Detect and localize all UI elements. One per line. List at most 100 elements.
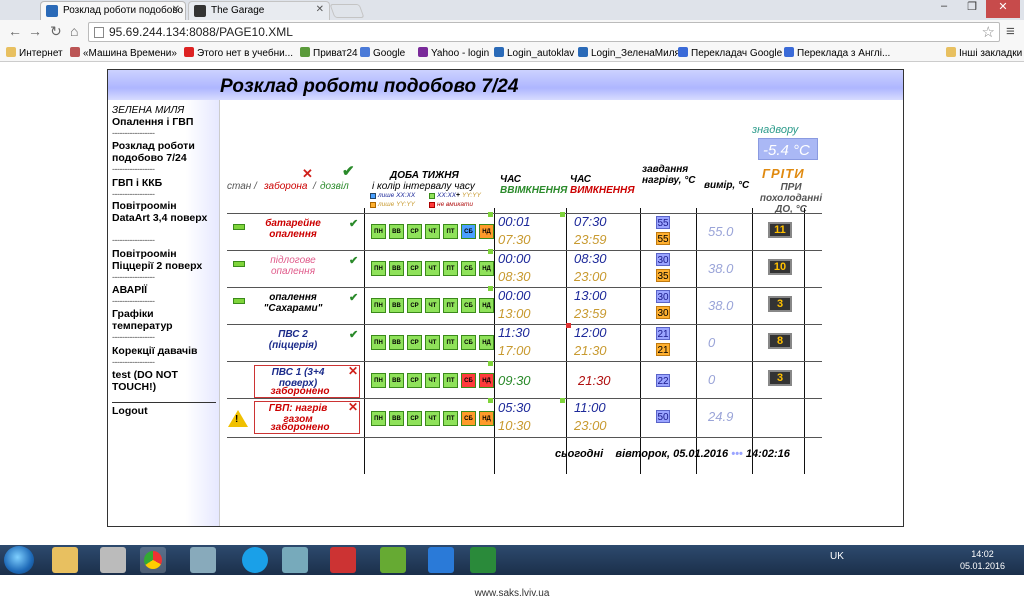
- off-time-1[interactable]: 13:00: [574, 288, 607, 303]
- day-sat[interactable]: СБ: [461, 373, 476, 388]
- day-wed[interactable]: СР: [407, 298, 422, 313]
- bookmark-item[interactable]: Переклада з Англі...: [784, 47, 890, 59]
- day-thu[interactable]: ЧТ: [425, 224, 440, 239]
- bookmark-item[interactable]: Yahoo - login: [418, 47, 489, 59]
- day-fri[interactable]: ПТ: [443, 261, 458, 276]
- on-time-2[interactable]: 10:30: [498, 418, 531, 433]
- teamviewer-icon[interactable]: [428, 547, 454, 573]
- sidebar-item-logout[interactable]: Logout: [112, 405, 148, 417]
- day-sun[interactable]: НД: [479, 335, 494, 350]
- off-time-1[interactable]: 11:00: [574, 400, 606, 415]
- bookmark-item[interactable]: Login_autoklav: [494, 47, 574, 59]
- day-tue[interactable]: ВВ: [389, 298, 404, 313]
- day-tue[interactable]: ВВ: [389, 335, 404, 350]
- bookmark-item[interactable]: Login_ЗеленаМиля: [578, 47, 680, 59]
- day-sun[interactable]: НД: [479, 298, 494, 313]
- on-time-2[interactable]: 08:30: [498, 269, 531, 284]
- on-time-2[interactable]: 13:00: [498, 306, 531, 321]
- off-time-2[interactable]: 23:59: [574, 306, 607, 321]
- day-wed[interactable]: СР: [407, 335, 422, 350]
- day-mon[interactable]: ПН: [371, 335, 386, 350]
- on-time-1[interactable]: 00:00: [498, 251, 531, 266]
- back-icon[interactable]: ←: [8, 23, 22, 39]
- setpoint-1[interactable]: 30: [656, 253, 670, 266]
- day-tue[interactable]: ВВ: [389, 261, 404, 276]
- maximize-button[interactable]: ❐: [958, 0, 986, 18]
- setpoint-2[interactable]: 55: [656, 232, 670, 245]
- day-thu[interactable]: ЧТ: [425, 335, 440, 350]
- setpoint-1[interactable]: 22: [656, 374, 670, 387]
- on-time-1[interactable]: 00:00: [498, 288, 531, 303]
- close-icon[interactable]: ✕: [316, 4, 324, 15]
- off-time-2[interactable]: 23:00: [574, 269, 607, 284]
- new-tab-button[interactable]: [329, 4, 365, 18]
- day-sat[interactable]: СБ: [461, 411, 476, 426]
- star-icon[interactable]: ☆: [982, 23, 995, 41]
- off-time-2[interactable]: 23:59: [574, 232, 607, 247]
- excel-icon[interactable]: [470, 547, 496, 573]
- day-mon[interactable]: ПН: [371, 411, 386, 426]
- chrome-icon[interactable]: [140, 547, 166, 573]
- heat-threshold[interactable]: 3: [768, 296, 792, 312]
- day-tue[interactable]: ВВ: [389, 373, 404, 388]
- day-mon[interactable]: ПН: [371, 224, 386, 239]
- sidebar-item-vent-pizzeria[interactable]: Повітроомін Піццерії 2 поверх: [112, 248, 216, 272]
- bookmark-item[interactable]: Интернет: [6, 47, 63, 59]
- bookmark-item[interactable]: «Машина Времени»: [70, 47, 177, 59]
- heat-threshold[interactable]: 3: [768, 370, 792, 386]
- sidebar-item-test[interactable]: test (DO NOT TOUCH!): [112, 369, 202, 393]
- day-wed[interactable]: СР: [407, 411, 422, 426]
- heat-threshold[interactable]: 8: [768, 333, 792, 349]
- day-sat[interactable]: СБ: [461, 261, 476, 276]
- allowed-check-icon[interactable]: ✔: [349, 254, 358, 267]
- forward-icon[interactable]: →: [28, 23, 42, 39]
- bookmark-item[interactable]: Google: [360, 47, 405, 59]
- on-time-1[interactable]: 11:30: [498, 325, 530, 340]
- day-sun[interactable]: НД: [479, 373, 494, 388]
- day-fri[interactable]: ПТ: [443, 411, 458, 426]
- setpoint-2[interactable]: 35: [656, 269, 670, 282]
- day-fri[interactable]: ПТ: [443, 224, 458, 239]
- sidebar-item-schedule[interactable]: Розклад роботи подобово 7/24: [112, 140, 212, 164]
- setpoint-1[interactable]: 50: [656, 410, 670, 423]
- on-time-1[interactable]: 00:01: [498, 214, 531, 229]
- off-time-1[interactable]: 12:00: [574, 325, 607, 340]
- setpoint-2[interactable]: 30: [656, 306, 670, 319]
- app-icon[interactable]: [330, 547, 356, 573]
- paint-icon[interactable]: [190, 547, 216, 573]
- day-sun[interactable]: НД: [479, 411, 494, 426]
- day-fri[interactable]: ПТ: [443, 298, 458, 313]
- home-icon[interactable]: ⌂: [70, 23, 78, 39]
- bookmark-item[interactable]: Приват24: [300, 47, 358, 59]
- start-button[interactable]: [4, 546, 34, 574]
- footer-link[interactable]: www.saks.lviv.ua: [0, 588, 1024, 599]
- heat-threshold[interactable]: 11: [768, 222, 792, 238]
- on-time-1[interactable]: 05:30: [498, 400, 531, 415]
- language-indicator[interactable]: UK: [830, 551, 844, 562]
- day-sat[interactable]: СБ: [461, 298, 476, 313]
- skype-icon[interactable]: [242, 547, 268, 573]
- reload-icon[interactable]: ↻: [50, 23, 62, 40]
- allowed-check-icon[interactable]: ✔: [349, 291, 358, 304]
- day-mon[interactable]: ПН: [371, 373, 386, 388]
- forbidden-x-icon[interactable]: ✕: [348, 364, 358, 378]
- app-icon[interactable]: [282, 547, 308, 573]
- day-thu[interactable]: ЧТ: [425, 411, 440, 426]
- day-mon[interactable]: ПН: [371, 261, 386, 276]
- on-time-1[interactable]: 09:30: [498, 373, 531, 388]
- setpoint-1[interactable]: 55: [656, 216, 670, 229]
- sidebar-item-vent-dataart[interactable]: Повітроомін DataArt 3,4 поверх: [112, 200, 212, 224]
- system-clock[interactable]: 14:02 05.01.2016: [960, 548, 1005, 572]
- tab-garage[interactable]: The Garage ✕: [188, 1, 330, 20]
- sidebar-item-sensor-correction[interactable]: Корекції давачів: [112, 345, 197, 357]
- close-icon[interactable]: ✕: [172, 4, 180, 15]
- day-sun[interactable]: НД: [479, 261, 494, 276]
- sidebar-item-alarms[interactable]: АВАРІЇ: [112, 284, 147, 296]
- calculator-icon[interactable]: [100, 547, 126, 573]
- off-time-2[interactable]: 21:30: [574, 343, 607, 358]
- day-tue[interactable]: ВВ: [389, 411, 404, 426]
- day-wed[interactable]: СР: [407, 261, 422, 276]
- bookmark-item[interactable]: Перекладач Google: [678, 47, 782, 59]
- setpoint-2[interactable]: 21: [656, 343, 670, 356]
- setpoint-1[interactable]: 30: [656, 290, 670, 303]
